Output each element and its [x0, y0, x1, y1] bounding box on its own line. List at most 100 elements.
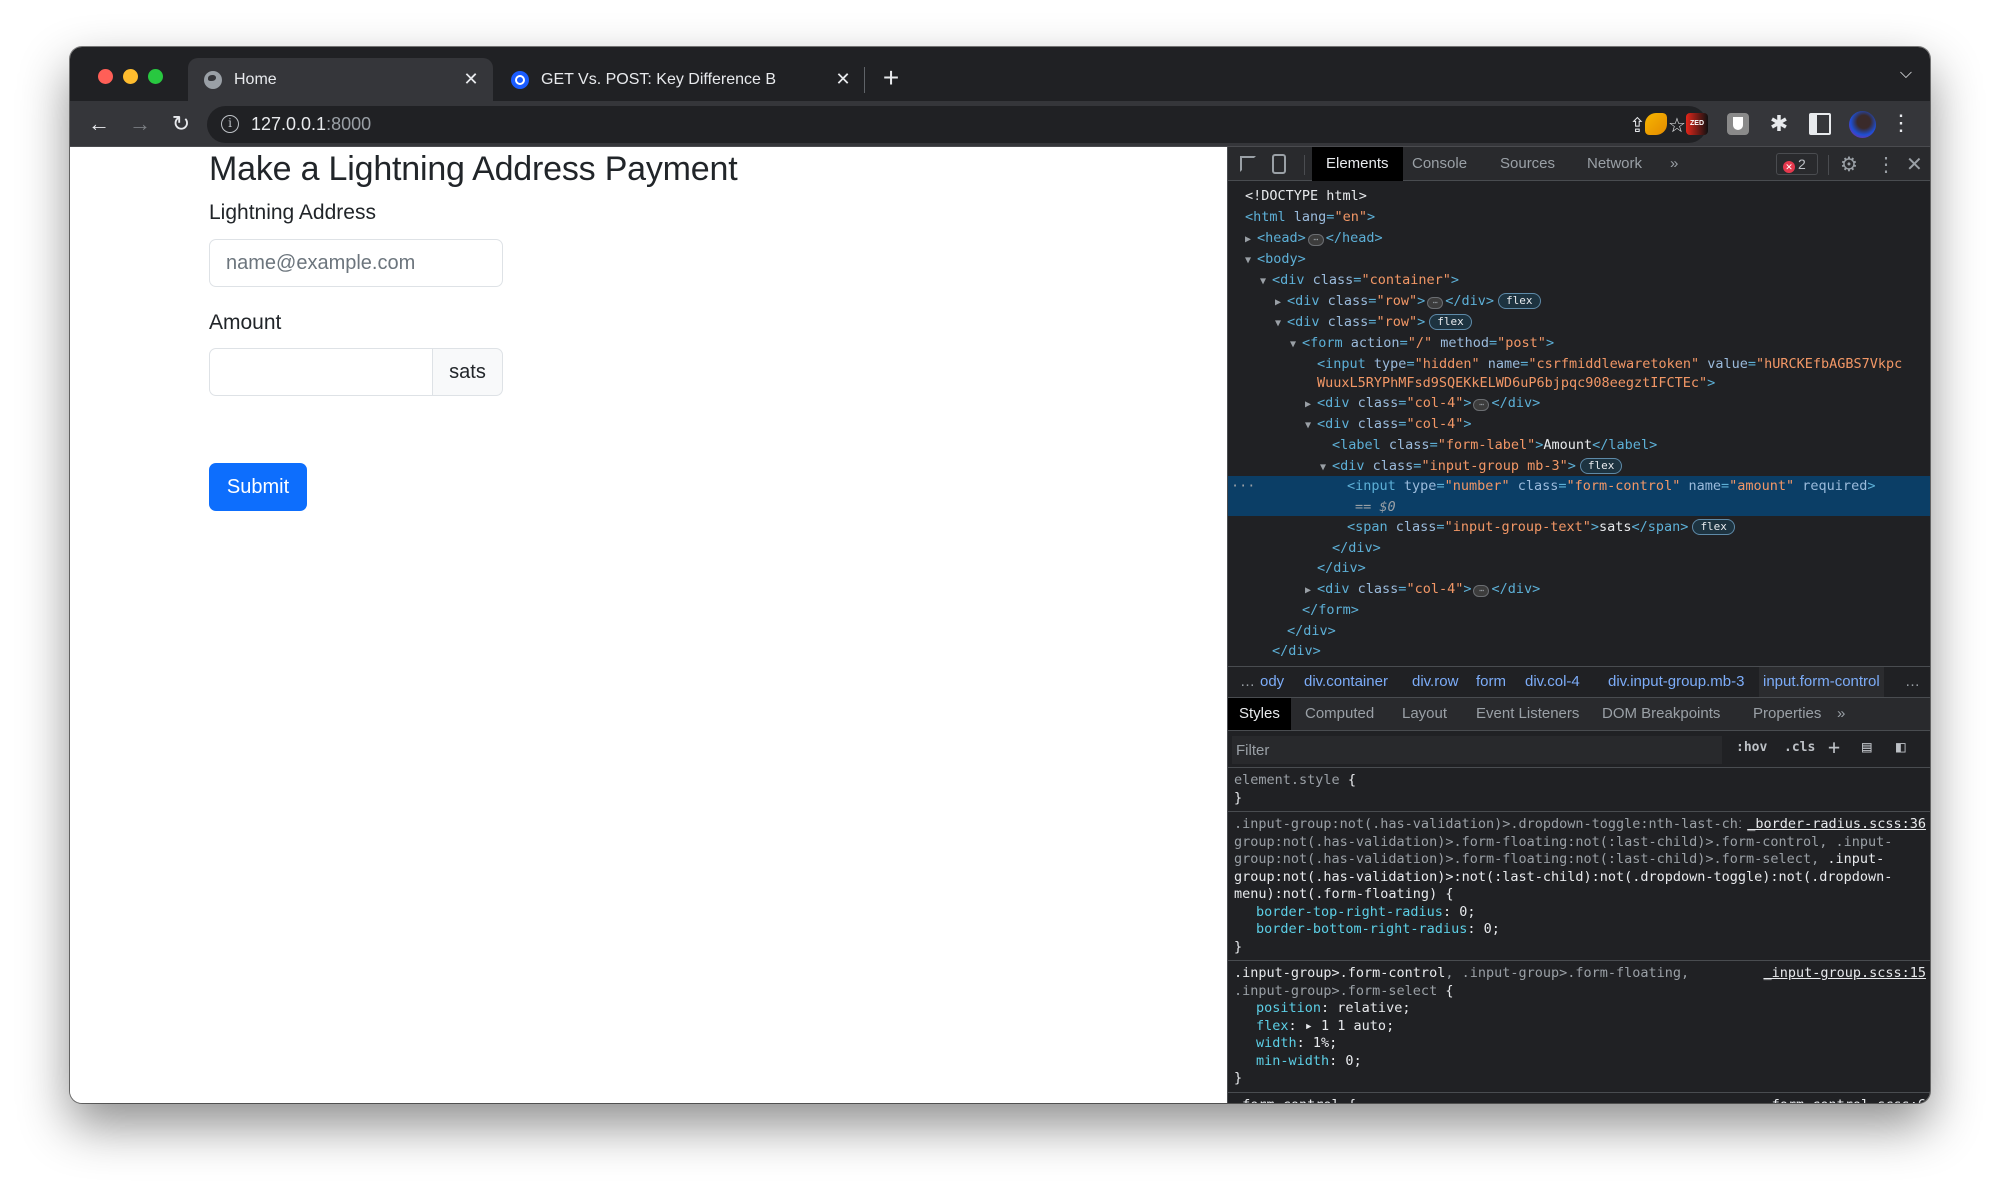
breadcrumb-div-col-4[interactable]: div.col-4	[1521, 667, 1584, 697]
tab-event-listeners[interactable]: Event Listeners	[1465, 698, 1590, 730]
tab-dom-breakpoints[interactable]: DOM Breakpoints	[1591, 698, 1731, 730]
breadcrumb-overflow-right[interactable]: …	[1901, 667, 1924, 697]
flex-badge[interactable]: flex	[1429, 314, 1472, 330]
lightning-address-input[interactable]	[209, 239, 503, 287]
url-text[interactable]: 127.0.0.1:8000	[251, 114, 371, 135]
tab-console[interactable]: Console	[1398, 147, 1481, 181]
collapsed-ellipsis-icon[interactable]: ⋯	[1307, 234, 1324, 246]
style-rule-input-group[interactable]: _input-group.scss:15 .input-group>.form-…	[1228, 961, 1930, 1093]
toggle-sidebar-icon[interactable]: ◧	[1896, 737, 1906, 756]
new-style-rule-button[interactable]: +	[1828, 735, 1840, 759]
collapsed-ellipsis-icon[interactable]: ⋯	[1427, 297, 1444, 309]
forward-button[interactable]: →	[125, 109, 155, 139]
flex-badge[interactable]: flex	[1498, 293, 1541, 309]
breadcrumb-div-input-group[interactable]: div.input-group.mb-3	[1604, 667, 1748, 697]
expand-triangle-icon[interactable]: ▶	[1305, 580, 1317, 601]
style-property[interactable]: width: 1%;	[1234, 1035, 1924, 1053]
tab-elements[interactable]: Elements	[1312, 147, 1403, 181]
tab-computed[interactable]: Computed	[1294, 698, 1385, 730]
minimize-window-button[interactable]	[123, 69, 138, 84]
rule-source-link[interactable]: _form-control.scss:6	[1757, 1096, 1926, 1103]
breadcrumb-form[interactable]: form	[1472, 667, 1510, 697]
collapse-triangle-icon[interactable]: ▼	[1320, 457, 1332, 478]
tree-node-html[interactable]: <html lang="en">	[1228, 207, 1930, 228]
address-bar[interactable]: i 127.0.0.1:8000 ⇪ ☆	[207, 106, 1707, 143]
more-styles-tabs-button[interactable]: »	[1826, 698, 1856, 730]
tree-node-container[interactable]: ▼ <div class="container">	[1228, 270, 1930, 291]
rule-source-link[interactable]: _input-group.scss:15	[1757, 965, 1926, 983]
collapsed-ellipsis-icon[interactable]: ⋯	[1473, 585, 1490, 597]
tab-search-chevron-icon[interactable]: ⌵	[1900, 65, 1912, 83]
tab-sources[interactable]: Sources	[1486, 147, 1569, 181]
bookmark-star-icon[interactable]: ☆	[1668, 113, 1686, 138]
node-actions-ellipsis-icon[interactable]: ···	[1231, 476, 1255, 497]
style-property[interactable]: min-width: 0;	[1234, 1053, 1924, 1071]
tree-node-close[interactable]: </div>	[1228, 641, 1930, 662]
tree-node-close[interactable]: </div>	[1228, 558, 1930, 579]
amount-input[interactable]	[209, 348, 433, 396]
puzzle-extensions-icon[interactable]: ✱	[1768, 113, 1790, 135]
tree-node-close[interactable]: </div>	[1228, 621, 1930, 642]
collapse-triangle-icon[interactable]: ▼	[1305, 415, 1317, 436]
styles-filter-input[interactable]	[1232, 736, 1722, 764]
back-button[interactable]: ←	[84, 109, 114, 139]
more-tabs-button[interactable]: »	[1656, 147, 1692, 181]
tree-node-body[interactable]: ▼ <body>	[1228, 249, 1930, 270]
close-devtools-icon[interactable]: ✕	[1906, 152, 1923, 177]
close-tab-icon[interactable]: ✕	[831, 69, 855, 90]
tab-layout[interactable]: Layout	[1391, 698, 1458, 730]
expand-triangle-icon[interactable]: ▶	[1245, 229, 1257, 250]
tree-node-close[interactable]: </div>	[1228, 538, 1930, 559]
tree-node-csrf-input[interactable]: <input type="hidden" name="csrfmiddlewar…	[1228, 354, 1930, 375]
collapsed-ellipsis-icon[interactable]: ⋯	[1473, 399, 1490, 411]
side-panel-icon[interactable]	[1809, 113, 1831, 135]
collapse-triangle-icon[interactable]: ▼	[1260, 271, 1272, 292]
reload-button[interactable]: ↻	[166, 109, 196, 139]
tree-node-row[interactable]: ▼ <div class="row"> flex	[1228, 312, 1930, 333]
device-toolbar-icon[interactable]	[1272, 154, 1286, 174]
tree-node-amount-input-selected[interactable]: ··· <input type="number" class="form-con…	[1228, 476, 1930, 516]
flex-badge[interactable]: flex	[1579, 458, 1623, 474]
profile-avatar[interactable]	[1849, 111, 1876, 138]
paint-bucket-icon[interactable]: ▤	[1862, 737, 1872, 756]
style-property[interactable]: border-bottom-right-radius: 0;	[1234, 921, 1924, 939]
site-info-icon[interactable]: i	[221, 115, 239, 133]
tab-styles[interactable]: Styles	[1228, 698, 1291, 730]
tab-get-vs-post[interactable]: GET Vs. POST: Key Difference B ✕	[495, 58, 865, 101]
style-rule-form-control[interactable]: _form-control.scss:6 .form-control {	[1228, 1093, 1930, 1103]
cls-toggle-button[interactable]: .cls	[1784, 740, 1815, 755]
collapse-triangle-icon[interactable]: ▼	[1245, 250, 1257, 271]
collapse-triangle-icon[interactable]: ▼	[1275, 313, 1287, 334]
inspect-element-icon[interactable]	[1240, 156, 1256, 172]
tab-network[interactable]: Network	[1573, 147, 1656, 181]
breadcrumb-body[interactable]: ody	[1256, 667, 1288, 697]
tree-node-col-4[interactable]: ▼ <div class="col-4">	[1228, 414, 1930, 435]
style-rule-element-style[interactable]: element.style { }	[1228, 768, 1930, 812]
tree-node-doctype[interactable]: <!DOCTYPE html>	[1228, 186, 1930, 207]
error-count-badge[interactable]: ✕ 2	[1776, 153, 1818, 175]
tree-node-span[interactable]: <span class="input-group-text">sats</spa…	[1228, 517, 1930, 538]
submit-button[interactable]: Submit	[209, 463, 307, 511]
style-property[interactable]: border-top-right-radius: 0;	[1234, 904, 1924, 922]
tree-node-head[interactable]: ▶ <head> ⋯ </head>	[1228, 228, 1930, 249]
tree-node-input-group[interactable]: ▼ <div class="input-group mb-3"> flex	[1228, 456, 1930, 477]
zed-extension-icon[interactable]: ZED	[1686, 113, 1708, 135]
expand-triangle-icon[interactable]: ▶	[1305, 394, 1317, 415]
tree-node-row[interactable]: ▶ <div class="row"> ⋯ </div> flex	[1228, 291, 1930, 312]
style-property[interactable]: flex: ▸ 1 1 auto;	[1234, 1018, 1924, 1036]
tree-node-close[interactable]: </form>	[1228, 600, 1930, 621]
breadcrumb-div-row[interactable]: div.row	[1408, 667, 1462, 697]
collapse-triangle-icon[interactable]: ▼	[1290, 334, 1302, 355]
keys-extension-icon[interactable]	[1645, 113, 1667, 135]
close-tab-icon[interactable]: ✕	[459, 69, 483, 90]
flex-badge[interactable]: flex	[1692, 519, 1735, 535]
tree-node-label[interactable]: <label class="form-label">Amount</label>	[1228, 435, 1930, 456]
settings-gear-icon[interactable]: ⚙	[1840, 152, 1858, 177]
tab-home[interactable]: Home ✕	[188, 58, 493, 101]
browser-menu-icon[interactable]: ⋮	[1890, 110, 1912, 136]
devtools-menu-icon[interactable]: ⋮	[1876, 152, 1896, 177]
share-icon[interactable]: ⇪	[1629, 113, 1646, 138]
breadcrumb-input-form-control[interactable]: input.form-control	[1759, 667, 1884, 697]
new-tab-button[interactable]: +	[873, 61, 909, 97]
zoom-window-button[interactable]	[148, 69, 163, 84]
